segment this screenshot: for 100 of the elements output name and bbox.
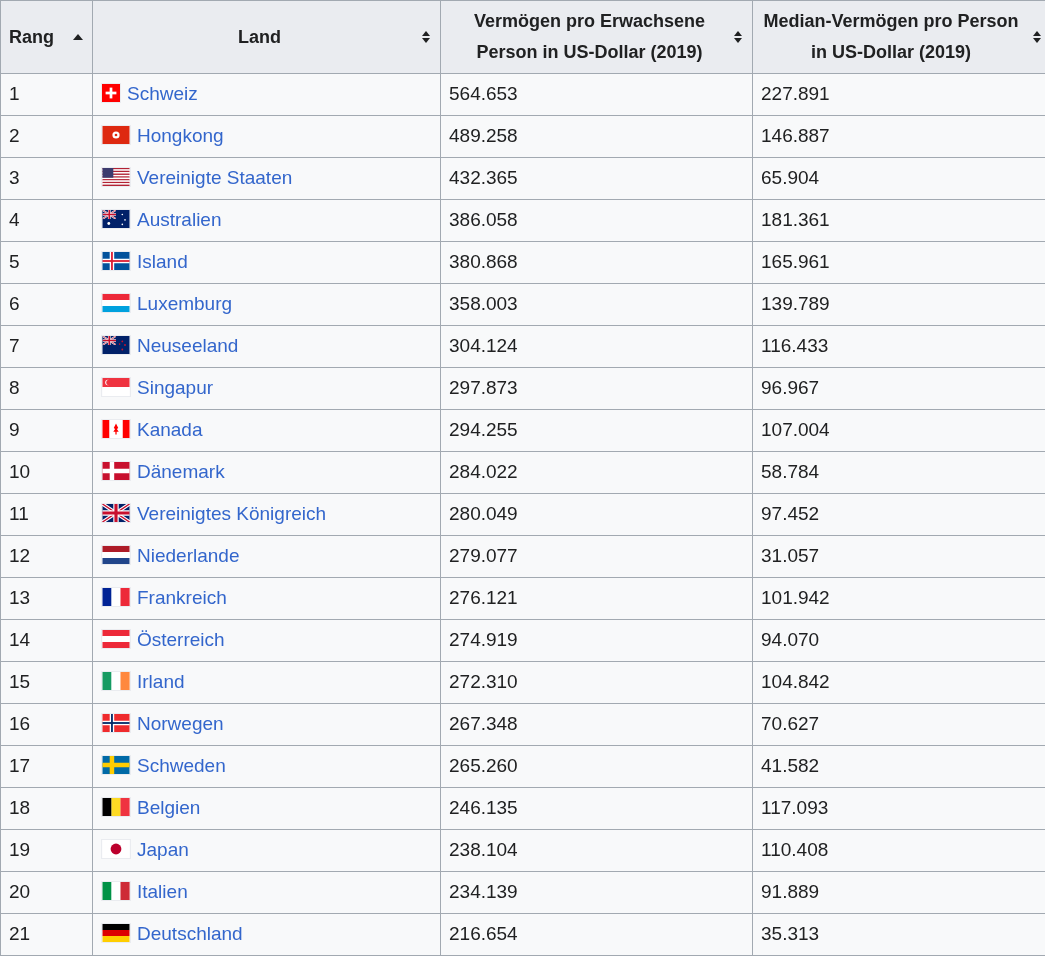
flag-icon bbox=[101, 83, 121, 104]
table-cell: 41.582 bbox=[752, 745, 1045, 788]
table-cell: 7 bbox=[0, 325, 93, 368]
country-link[interactable]: Dänemark bbox=[137, 461, 225, 483]
column-header[interactable]: Rang bbox=[0, 0, 93, 74]
table-cell: 386.058 bbox=[440, 199, 753, 242]
table-cell: 65.904 bbox=[752, 157, 1045, 200]
table-cell: 432.365 bbox=[440, 157, 753, 200]
table-cell: 4 bbox=[0, 199, 93, 242]
table-cell: 139.789 bbox=[752, 283, 1045, 326]
table-cell: 1 bbox=[0, 73, 93, 116]
table-cell: 279.077 bbox=[440, 535, 753, 578]
table-cell: 70.627 bbox=[752, 703, 1045, 746]
table-cell: 8 bbox=[0, 367, 93, 410]
country-link[interactable]: Österreich bbox=[137, 629, 225, 651]
sort-icon[interactable] bbox=[731, 30, 745, 44]
column-header[interactable]: Vermögen pro Erwachsene Person in US-Dollar (2019) bbox=[440, 0, 753, 74]
table-cell: 380.868 bbox=[440, 241, 753, 284]
sort-icon[interactable] bbox=[1030, 30, 1044, 44]
country-link[interactable]: Island bbox=[137, 251, 188, 273]
table-cell: 117.093 bbox=[752, 787, 1045, 830]
table-cell: 227.891 bbox=[752, 73, 1045, 116]
country-link[interactable]: Belgien bbox=[137, 797, 201, 819]
flag-icon bbox=[101, 629, 131, 650]
column-header[interactable]: Land bbox=[92, 0, 441, 74]
table-cell: 276.121 bbox=[440, 577, 753, 620]
flag-icon bbox=[101, 713, 131, 734]
table-cell: 91.889 bbox=[752, 871, 1045, 914]
table-cell: 17 bbox=[0, 745, 93, 788]
table-cell: 2 bbox=[0, 115, 93, 158]
table-cell: 272.310 bbox=[440, 661, 753, 704]
table-cell: 284.022 bbox=[440, 451, 753, 494]
flag-icon bbox=[101, 797, 131, 818]
country-link[interactable]: Italien bbox=[137, 881, 188, 903]
table-cell: 238.104 bbox=[440, 829, 753, 872]
flag-icon bbox=[101, 923, 131, 944]
flag-icon bbox=[101, 755, 131, 776]
table-cell: 104.842 bbox=[752, 661, 1045, 704]
table-cell: 96.967 bbox=[752, 367, 1045, 410]
table-cell: 297.873 bbox=[440, 367, 753, 410]
table-cell: 14 bbox=[0, 619, 93, 662]
flag-icon bbox=[101, 335, 131, 356]
table-cell: 31.057 bbox=[752, 535, 1045, 578]
table-cell: 18 bbox=[0, 787, 93, 830]
table-cell: 358.003 bbox=[440, 283, 753, 326]
country-link[interactable]: Deutschland bbox=[137, 923, 243, 945]
flag-icon bbox=[101, 251, 131, 272]
flag-icon bbox=[101, 167, 131, 188]
country-link[interactable]: Singapur bbox=[137, 377, 214, 399]
country-link[interactable]: Schweden bbox=[137, 755, 226, 777]
flag-icon bbox=[101, 503, 131, 524]
flag-icon bbox=[101, 461, 131, 482]
table-cell: 116.433 bbox=[752, 325, 1045, 368]
flag-icon bbox=[101, 125, 131, 146]
flag-icon bbox=[101, 839, 131, 860]
table-cell: 35.313 bbox=[752, 913, 1045, 956]
table-cell: 564.653 bbox=[440, 73, 753, 116]
table-cell: 146.887 bbox=[752, 115, 1045, 158]
flag-icon bbox=[101, 209, 131, 230]
country-link[interactable]: Australien bbox=[137, 209, 222, 231]
flag-icon bbox=[101, 545, 131, 566]
table-cell: 5 bbox=[0, 241, 93, 284]
flag-icon bbox=[101, 671, 131, 692]
country-link[interactable]: Schweiz bbox=[127, 83, 198, 105]
table-cell: 3 bbox=[0, 157, 93, 200]
table-cell: 216.654 bbox=[440, 913, 753, 956]
table-cell: 6 bbox=[0, 283, 93, 326]
column-header[interactable]: Median-Vermögen pro Person in US-Dollar (2019) bbox=[752, 0, 1045, 74]
table-cell: 101.942 bbox=[752, 577, 1045, 620]
table-cell: 94.070 bbox=[752, 619, 1045, 662]
country-link[interactable]: Neuseeland bbox=[137, 335, 239, 357]
country-link[interactable]: Norwegen bbox=[137, 713, 224, 735]
table-cell: 15 bbox=[0, 661, 93, 704]
country-link[interactable]: Japan bbox=[137, 839, 189, 861]
table-cell: 274.919 bbox=[440, 619, 753, 662]
table-cell: 11 bbox=[0, 493, 93, 536]
flag-icon bbox=[101, 587, 131, 608]
country-link[interactable]: Frankreich bbox=[137, 587, 227, 609]
flag-icon bbox=[101, 293, 131, 314]
sort-icon[interactable] bbox=[419, 30, 433, 44]
table-cell: 304.124 bbox=[440, 325, 753, 368]
table-cell: 9 bbox=[0, 409, 93, 452]
table-cell: 110.408 bbox=[752, 829, 1045, 872]
table-cell: 16 bbox=[0, 703, 93, 746]
table-cell: 265.260 bbox=[440, 745, 753, 788]
table-cell: 246.135 bbox=[440, 787, 753, 830]
table-cell: 181.361 bbox=[752, 199, 1045, 242]
table-cell: 267.348 bbox=[440, 703, 753, 746]
country-link[interactable]: Hongkong bbox=[137, 125, 224, 147]
country-link[interactable]: Kanada bbox=[137, 419, 203, 441]
flag-icon bbox=[101, 881, 131, 902]
country-link[interactable]: Luxemburg bbox=[137, 293, 233, 315]
country-link[interactable]: Niederlande bbox=[137, 545, 240, 567]
table-cell: 280.049 bbox=[440, 493, 753, 536]
table-cell: 58.784 bbox=[752, 451, 1045, 494]
table-cell: 13 bbox=[0, 577, 93, 620]
table-cell: 20 bbox=[0, 871, 93, 914]
flag-icon bbox=[101, 377, 131, 398]
table-cell: 12 bbox=[0, 535, 93, 578]
country-link[interactable]: Irland bbox=[137, 671, 185, 693]
